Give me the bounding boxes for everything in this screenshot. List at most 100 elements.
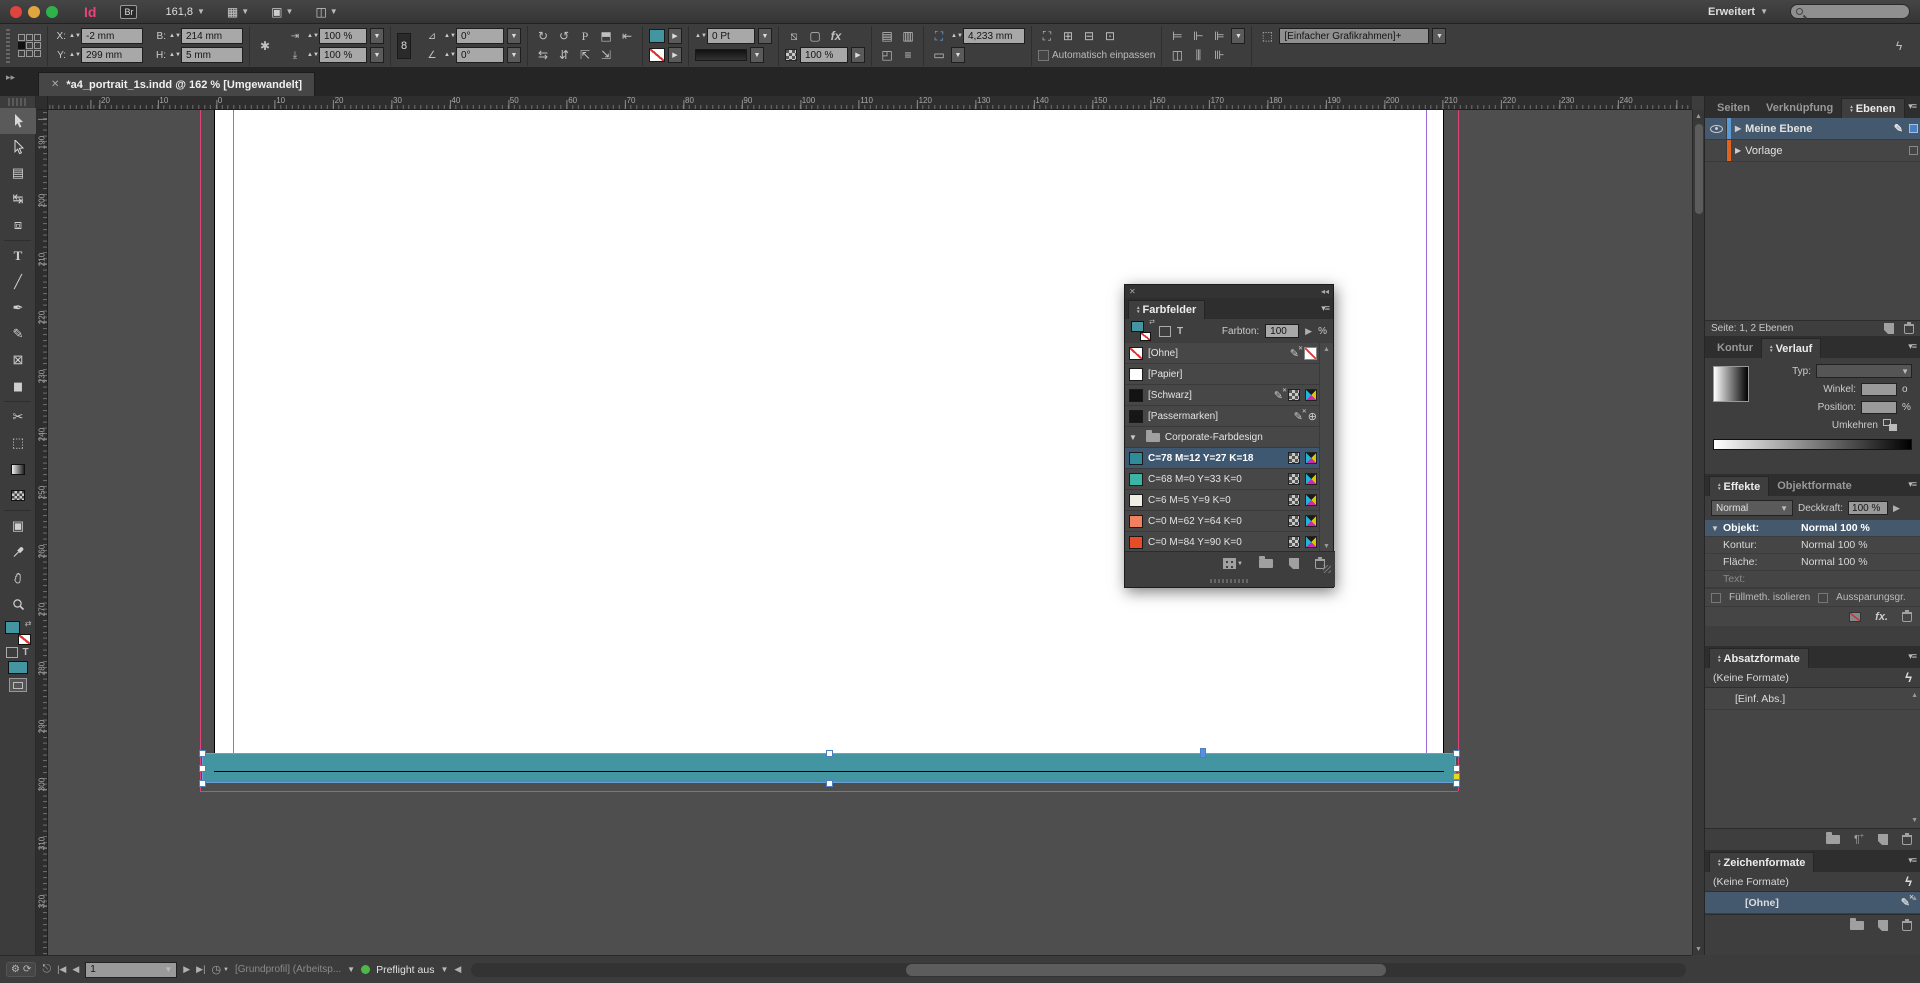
rotate-cw-button[interactable]: ↻ [534, 28, 552, 44]
handle-top-left[interactable] [199, 750, 206, 757]
height-stepper[interactable]: ▲▼ [169, 47, 178, 63]
first-page-button[interactable]: |◀ [57, 964, 66, 975]
select-content-button[interactable]: ⇤ [618, 28, 636, 44]
scale-x-stepper[interactable]: ▲▼ [307, 28, 316, 44]
scale-x-field[interactable]: 100 % [319, 28, 367, 44]
last-page-button[interactable]: ▶| [196, 964, 205, 975]
fit-content-to-frame-button[interactable]: ⊟ [1080, 28, 1098, 44]
selected-rectangle[interactable] [202, 753, 1456, 783]
scale-y-stepper[interactable]: ▲▼ [307, 47, 316, 63]
scroll-down-icon[interactable]: ▼ [1323, 543, 1330, 550]
constrain-scale-link[interactable]: 8 [391, 26, 417, 66]
shear-dropdown[interactable]: ▼ [507, 28, 521, 44]
scroll-up-icon[interactable]: ▲ [1911, 692, 1918, 699]
swatch-row[interactable]: [Passermarken]✎⊕ [1125, 406, 1321, 427]
new-swatch-button[interactable] [1289, 558, 1299, 569]
tab-seiten[interactable]: Seiten [1709, 98, 1758, 118]
page-number-field[interactable]: 1▼ [85, 962, 177, 978]
corner-style-dropdown[interactable]: ▼ [951, 47, 965, 63]
zoom-tool[interactable] [0, 591, 36, 617]
zoom-level-dropdown[interactable]: 161,8▼ [165, 6, 204, 18]
align-center-button[interactable]: ⊩ [1189, 28, 1207, 44]
formatting-text-button[interactable]: T [22, 647, 28, 658]
swatch-row[interactable]: ▼Corporate-Farbdesign [1125, 427, 1321, 448]
minimize-button[interactable] [28, 6, 40, 18]
eyedropper-tool[interactable] [0, 539, 36, 565]
panel-drag-dots[interactable] [1125, 575, 1335, 587]
object-style-field[interactable]: [Einfacher Grafikrahmen]+ [1279, 28, 1429, 44]
shear-stepper[interactable]: ▲▼ [444, 28, 453, 44]
vertical-scroll-thumb[interactable] [1695, 124, 1703, 214]
x-field[interactable]: -2 mm [81, 28, 143, 44]
y-field[interactable]: 299 mm [81, 47, 143, 63]
tab-absatzformate[interactable]: ▴▾ Absatzformate [1709, 648, 1809, 668]
width-stepper[interactable]: ▲▼ [169, 28, 178, 44]
isolate-blending-checkbox[interactable] [1711, 593, 1721, 603]
select-previous-button[interactable]: ⇱ [576, 47, 594, 63]
flip-vertical-button[interactable]: ⇵ [555, 47, 573, 63]
tint-field[interactable]: 100 [1265, 324, 1299, 338]
stroke-swatch[interactable] [649, 48, 665, 62]
fill-stroke-proxy[interactable]: ⇄ [1131, 321, 1153, 341]
collapse-panel-icon[interactable]: ◂◂ [1321, 287, 1329, 296]
scroll-down-icon[interactable]: ▼ [1911, 817, 1918, 824]
delete-layer-button[interactable] [1904, 324, 1914, 334]
panel-menu-icon[interactable]: ▾≡ [1908, 341, 1916, 352]
effects-target-row[interactable]: Kontur:Normal 100 % [1705, 537, 1920, 554]
type-tool[interactable]: T [0, 243, 36, 269]
delete-style-button[interactable] [1902, 835, 1912, 845]
rotation-dropdown[interactable]: ▼ [507, 47, 521, 63]
note-tool[interactable]: ▣ [0, 513, 36, 539]
opacity-dropdown[interactable]: ▶ [851, 47, 865, 63]
pencil-tool[interactable]: ✎ [0, 321, 36, 347]
swatch-row[interactable]: C=68 M=0 Y=33 K=0 [1125, 469, 1321, 490]
scroll-up-icon[interactable]: ▲ [1911, 895, 1918, 902]
gradient-thumbnail[interactable] [1713, 366, 1749, 402]
free-transform-tool[interactable]: ⬚ [0, 430, 36, 456]
tab-ebenen[interactable]: ▴▾ Ebenen [1841, 98, 1904, 118]
frame-tool[interactable]: ⊠ [0, 347, 36, 373]
scissors-tool[interactable]: ✂ [0, 404, 36, 430]
fx-button[interactable]: fx. [1875, 611, 1888, 623]
angle-field[interactable] [1861, 383, 1897, 396]
new-layer-button[interactable] [1884, 323, 1894, 334]
gradient-feather-tool[interactable] [0, 482, 36, 508]
delete-effect-button[interactable] [1902, 612, 1912, 622]
control-bar-grip[interactable] [4, 26, 12, 66]
panel-menu-icon[interactable]: ▾≡ [1908, 855, 1916, 866]
style-group-button[interactable] [1826, 835, 1840, 844]
align-left-button[interactable]: ⊨ [1168, 28, 1186, 44]
wrap-object-button[interactable]: ◰ [878, 47, 896, 63]
paragraph-direction-button[interactable]: P [576, 28, 594, 44]
view-options-button[interactable]: ▦▼ [227, 5, 249, 19]
handle-bottom-center[interactable] [826, 780, 833, 787]
color-profile-dropdown[interactable]: [Grundprofil] (Arbeitsp... [235, 964, 341, 975]
wrap-bounding-button[interactable]: ▥ [899, 28, 917, 44]
bridge-button[interactable]: Br [120, 5, 137, 19]
next-page-button[interactable]: ▶ [183, 964, 190, 975]
workspace-switcher[interactable]: Erweitert▼ [1708, 6, 1768, 18]
y-stepper[interactable]: ▲▼ [69, 47, 78, 63]
autofit-checkbox[interactable] [1038, 50, 1049, 61]
wrap-jump-button[interactable]: ≡ [899, 47, 917, 63]
scroll-up-icon[interactable]: ▲ [1323, 346, 1330, 353]
tab-effekte[interactable]: ▴▾ Effekte [1709, 476, 1769, 496]
rotation-field[interactable]: 0° [456, 47, 504, 63]
line-tool[interactable]: ╱ [0, 269, 36, 295]
handle-mid-left[interactable] [199, 765, 206, 772]
share-icon[interactable]: ⎋ [42, 963, 51, 976]
vertical-ruler[interactable]: 1902002102202302402502602702802903003103… [36, 110, 48, 955]
gradient-ramp[interactable] [1713, 439, 1912, 450]
character-style-item[interactable]: [Ohne] ✎ [1705, 892, 1920, 914]
swatch-row[interactable]: C=0 M=84 Y=90 K=0 [1125, 532, 1321, 553]
object-style-dropdown[interactable]: ▼ [1432, 28, 1446, 44]
swatch-row[interactable]: [Ohne]✎ [1125, 343, 1321, 364]
reverse-gradient-button[interactable] [1883, 419, 1897, 431]
preflight-clock-icon[interactable]: ◷▼ [211, 963, 229, 976]
position-field[interactable] [1861, 401, 1897, 414]
object-effects-button[interactable]: ▢ [806, 28, 824, 44]
formatting-container-button[interactable] [1159, 326, 1171, 337]
disclosure-icon[interactable]: ▶ [1735, 124, 1741, 133]
visibility-toggle[interactable] [1707, 140, 1727, 161]
lightning-icon[interactable]: ϟ [1905, 670, 1912, 685]
